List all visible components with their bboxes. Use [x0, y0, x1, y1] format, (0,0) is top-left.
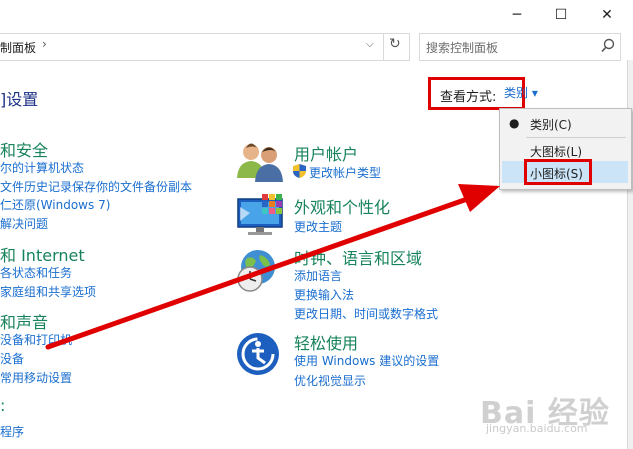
annotation-arrow: [45, 184, 500, 350]
watermark-url: jingyan.baidu.com: [486, 422, 588, 435]
